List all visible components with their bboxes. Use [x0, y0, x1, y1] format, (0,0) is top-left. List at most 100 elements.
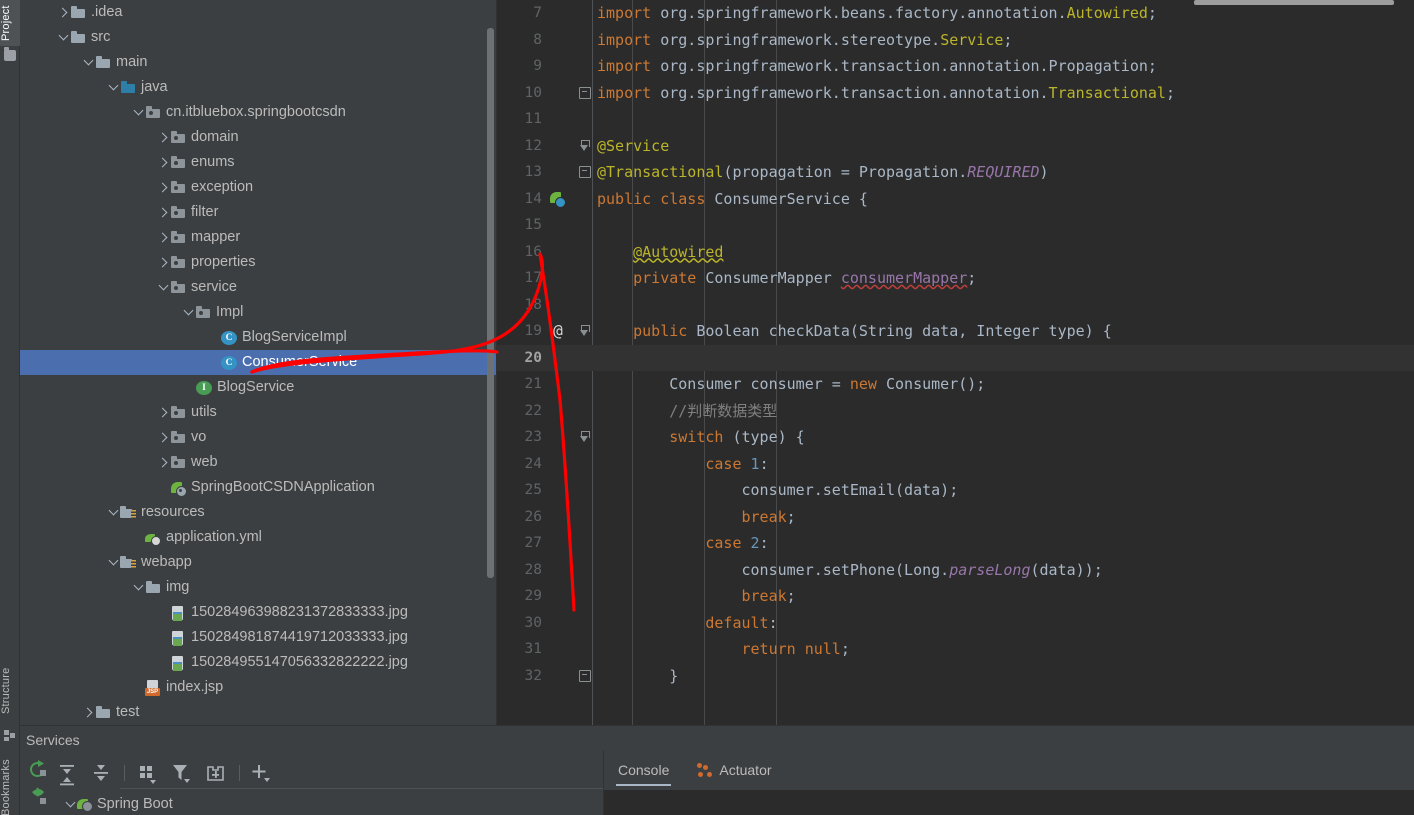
tree-item-springbootcsdnapplication[interactable]: SpringBootCSDNApplication — [20, 475, 497, 500]
chevron-right-icon[interactable] — [157, 256, 170, 269]
project-tree[interactable]: .idea src main java cn.itbluebox.springbootc… — [20, 0, 497, 725]
code-line[interactable]: 8 import org.springframework.stereotype.S… — [497, 27, 1414, 54]
chevron-down-icon[interactable] — [132, 106, 145, 119]
chevron-right-icon[interactable] — [157, 406, 170, 419]
code-line[interactable]: 13 @Transactional(propagation = Propagati… — [497, 159, 1414, 186]
chevron-right-icon[interactable] — [157, 431, 170, 444]
code-line[interactable]: 32 } — [497, 663, 1414, 690]
code-line[interactable]: 23 switch (type) { — [497, 424, 1414, 451]
override-icon[interactable]: @ — [547, 318, 569, 345]
tree-item-impl[interactable]: Impl — [20, 300, 497, 325]
tree-item-test[interactable]: test — [20, 700, 497, 725]
tree-item-utils[interactable]: utils — [20, 400, 497, 425]
code-line[interactable]: 29 break; — [497, 583, 1414, 610]
chevron-down-icon[interactable] — [82, 56, 95, 69]
code-line[interactable]: 24 case 1: — [497, 451, 1414, 478]
chevron-down-icon[interactable] — [107, 506, 120, 519]
code-line[interactable]: 22 //判断数据类型 — [497, 398, 1414, 425]
code-line[interactable]: 19 @ public Boolean checkData(String data… — [497, 318, 1414, 345]
chevron-right-icon[interactable] — [82, 706, 95, 719]
tab-console[interactable]: Console — [604, 750, 683, 790]
spring-bean-icon[interactable] — [547, 186, 569, 213]
chevron-down-icon[interactable] — [107, 81, 120, 94]
services-toolbar[interactable] — [20, 758, 604, 788]
collapse-all-button[interactable] — [88, 760, 114, 786]
chevron-right-icon[interactable] — [157, 131, 170, 144]
project-tool-window[interactable]: .idea src main java cn.itbluebox.springbootc… — [20, 0, 497, 725]
project-tree-scrollbar[interactable] — [487, 28, 494, 578]
code-line[interactable]: 31 return null; — [497, 636, 1414, 663]
add-button[interactable] — [250, 760, 276, 786]
code-line[interactable]: 9 import org.springframework.transaction.… — [497, 53, 1414, 80]
services-tree-item-spring-boot[interactable]: Spring Boot — [64, 792, 173, 815]
tree-item-webapp[interactable]: webapp — [20, 550, 497, 575]
chevron-right-icon[interactable] — [157, 456, 170, 469]
code-line[interactable]: 27 case 2: — [497, 530, 1414, 557]
filter-button[interactable] — [169, 760, 195, 786]
add-tab-button[interactable] — [203, 760, 229, 786]
tree-item-main[interactable]: main — [20, 50, 497, 75]
tree-item-consumerservice[interactable]: C ConsumerService — [20, 350, 497, 375]
chevron-right-icon[interactable] — [157, 156, 170, 169]
chevron-down-icon[interactable] — [57, 31, 70, 44]
tree-item-src[interactable]: src — [20, 25, 497, 50]
code-fold-marker[interactable] — [577, 424, 591, 451]
tree-item-150284963988231372833333-jpg[interactable]: 150284963988231372833333.jpg — [20, 600, 497, 625]
group-by-button[interactable] — [135, 760, 161, 786]
tree-item-exception[interactable]: exception — [20, 175, 497, 200]
chevron-down-icon[interactable] — [132, 581, 145, 594]
tree-item-java[interactable]: java — [20, 75, 497, 100]
chevron-down-icon[interactable] — [157, 281, 170, 294]
code-fold-marker[interactable] — [577, 663, 591, 690]
code-line[interactable]: 18 — [497, 292, 1414, 319]
code-editor[interactable]: 7 import org.springframework.beans.factor… — [497, 0, 1414, 725]
tree-item-application-yml[interactable]: application.yml — [20, 525, 497, 550]
code-line[interactable]: 28 consumer.setPhone(Long.parseLong(data… — [497, 557, 1414, 584]
tree-item-cn-itbluebox-springbootcsdn[interactable]: cn.itbluebox.springbootcsdn — [20, 100, 497, 125]
tab-actuator[interactable]: Actuator — [683, 750, 785, 790]
tree-item-blogserviceimpl[interactable]: C BlogServiceImpl — [20, 325, 497, 350]
code-content[interactable]: 7 import org.springframework.beans.factor… — [497, 0, 1414, 725]
tree-item-filter[interactable]: filter — [20, 200, 497, 225]
tool-window-tab-project[interactable]: Project — [0, 0, 20, 46]
code-line[interactable]: 7 import org.springframework.beans.factor… — [497, 0, 1414, 27]
code-line[interactable]: 17 private ConsumerMapper consumerMapper… — [497, 265, 1414, 292]
tree-item-img[interactable]: img — [20, 575, 497, 600]
console-tab-bar[interactable]: Console Actuator — [604, 750, 786, 790]
tree-item-properties[interactable]: properties — [20, 250, 497, 275]
chevron-right-icon[interactable] — [57, 6, 70, 19]
chevron-down-icon[interactable] — [64, 798, 77, 811]
code-line[interactable]: 20 — [497, 344, 1414, 371]
tool-window-tab-bookmarks[interactable]: Bookmarks — [0, 759, 20, 815]
code-line[interactable]: 10 import org.springframework.transaction… — [497, 80, 1414, 107]
tool-window-tab-structure[interactable]: Structure — [0, 655, 20, 727]
code-fold-marker[interactable] — [577, 80, 591, 107]
code-line[interactable]: 14 public class ConsumerService { — [497, 186, 1414, 213]
code-line[interactable]: 25 consumer.setEmail(data); — [497, 477, 1414, 504]
code-line[interactable]: 15 — [497, 212, 1414, 239]
code-line[interactable]: 16 @Autowired — [497, 239, 1414, 266]
code-fold-marker[interactable] — [577, 133, 591, 160]
tree-item-domain[interactable]: domain — [20, 125, 497, 150]
chevron-right-icon[interactable] — [157, 206, 170, 219]
tree-item-vo[interactable]: vo — [20, 425, 497, 450]
code-line[interactable]: 11 — [497, 106, 1414, 133]
tree-item-150284981874419712033333-jpg[interactable]: 150284981874419712033333.jpg — [20, 625, 497, 650]
tree-item-resources[interactable]: resources — [20, 500, 497, 525]
tree-item-blogservice[interactable]: I BlogService — [20, 375, 497, 400]
chevron-down-icon[interactable] — [107, 556, 120, 569]
code-line[interactable]: 26 break; — [497, 504, 1414, 531]
chevron-right-icon[interactable] — [157, 231, 170, 244]
tree-item-mapper[interactable]: mapper — [20, 225, 497, 250]
tree-item-150284955147056332822222-jpg[interactable]: 150284955147056332822222.jpg — [20, 650, 497, 675]
code-line[interactable]: 12 @Service — [497, 133, 1414, 160]
tree-item-service[interactable]: service — [20, 275, 497, 300]
expand-all-button[interactable] — [54, 760, 80, 786]
code-line[interactable]: 30 default: — [497, 610, 1414, 637]
tree-item-web[interactable]: web — [20, 450, 497, 475]
tree-item-enums[interactable]: enums — [20, 150, 497, 175]
code-line[interactable]: 21 Consumer consumer = new Consumer(); — [497, 371, 1414, 398]
code-fold-marker[interactable] — [577, 318, 591, 345]
code-fold-marker[interactable] — [577, 159, 591, 186]
chevron-down-icon[interactable] — [182, 306, 195, 319]
